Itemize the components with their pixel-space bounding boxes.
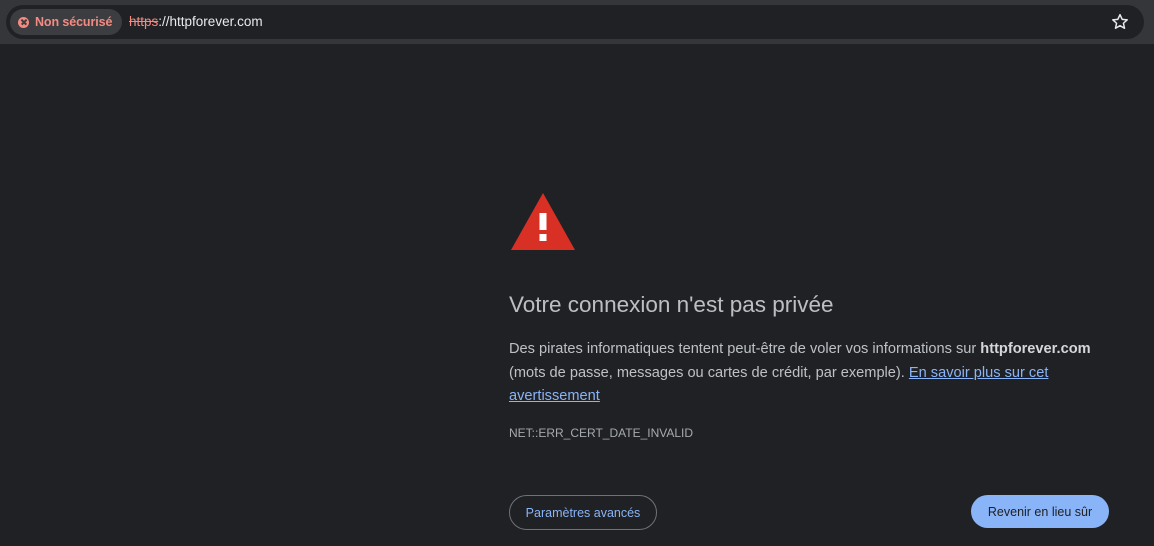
security-chip-label: Non sécurisé [35, 15, 113, 29]
message-text: Des pirates informatiques tentent peut-ê… [509, 341, 981, 357]
url-text[interactable]: https://httpforever.com [129, 14, 263, 29]
star-icon[interactable] [1110, 12, 1130, 32]
advanced-button[interactable]: Paramètres avancés [509, 495, 657, 530]
warning-message: Des pirates informatiques tentent peut-ê… [509, 338, 1099, 409]
url-scheme: https [129, 14, 159, 29]
url-host: ://httpforever.com [158, 14, 263, 29]
security-chip[interactable]: Non sécurisé [10, 9, 123, 35]
error-code: NET::ERR_CERT_DATE_INVALID [509, 426, 694, 440]
address-bar[interactable]: Non sécurisé https://httpforever.com [6, 5, 1144, 39]
message-text-continued: (mots de passe, messages ou cartes de cr… [509, 364, 909, 381]
browser-toolbar: Non sécurisé https://httpforever.com [0, 0, 1154, 44]
page-title: Votre connexion n'est pas privée [509, 292, 834, 317]
back-to-safety-button[interactable]: Revenir en lieu sûr [971, 495, 1109, 528]
warning-triangle-icon [511, 193, 575, 250]
message-domain: httpforever.com [980, 341, 1091, 357]
error-circle-icon [18, 16, 29, 28]
